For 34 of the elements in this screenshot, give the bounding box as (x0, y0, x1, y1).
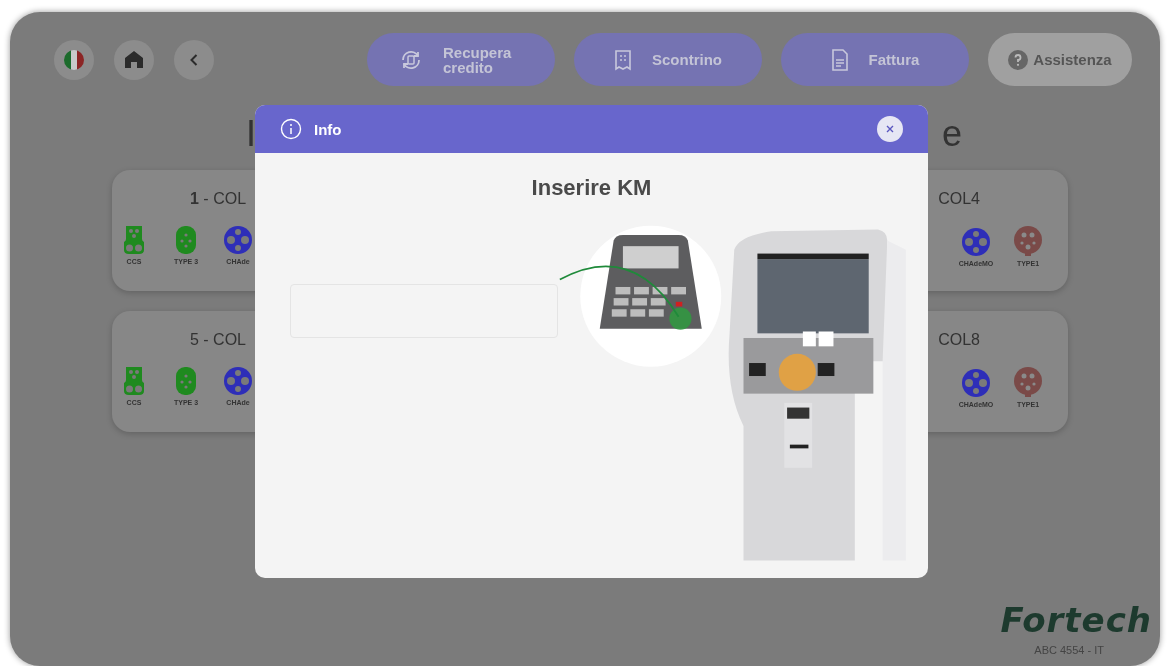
brand-logo: Fortech (1000, 600, 1152, 640)
type3-plug-icon (175, 226, 197, 254)
flag-icon (64, 49, 84, 70)
chademo-plug-icon (224, 226, 252, 254)
invoice-button[interactable]: Fattura (781, 33, 969, 86)
receipt-button[interactable]: Scontrino (574, 33, 762, 86)
type3-plug-icon (175, 367, 197, 395)
close-button[interactable] (877, 116, 903, 142)
chademo-plug-icon (962, 369, 990, 397)
assistance-button[interactable]: Assistenza (988, 33, 1132, 86)
page-heading: I (246, 114, 256, 156)
dialog-heading: Inserire KM (531, 175, 652, 201)
chademo-plug-icon (962, 228, 990, 256)
column-title: COL8 (938, 331, 980, 349)
dialog-title: Info (314, 120, 343, 138)
receipt-icon (614, 48, 632, 71)
column-title: COL4 (938, 190, 980, 208)
question-icon (1008, 49, 1029, 70)
column-title: 1 - COL (190, 190, 247, 208)
chevron-left-icon (190, 53, 198, 66)
page-heading: e (941, 114, 962, 156)
column-title: 5 - COL (190, 331, 246, 349)
home-icon (125, 51, 143, 68)
recover-credit-button[interactable]: Recupera credito (367, 33, 555, 86)
document-icon (830, 48, 849, 71)
chademo-plug-icon (224, 367, 252, 395)
ccs-plug-icon (123, 226, 145, 254)
close-icon (886, 125, 894, 133)
language-button[interactable] (54, 39, 94, 80)
type1-plug-icon (1014, 226, 1042, 256)
ccs-plug-icon (123, 367, 145, 395)
info-icon (280, 118, 302, 140)
home-button[interactable] (114, 39, 154, 80)
type1-plug-icon (1014, 367, 1042, 397)
